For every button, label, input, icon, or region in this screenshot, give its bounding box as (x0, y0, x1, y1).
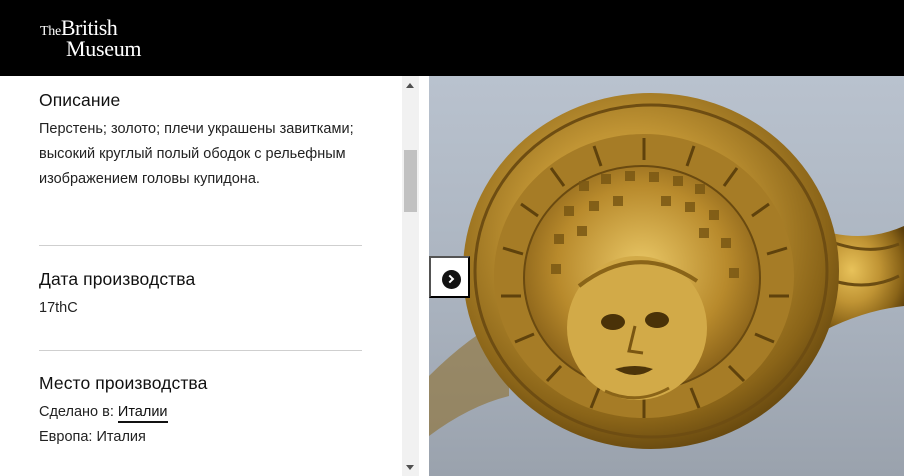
production-place-section: Место производства Сделано в: Италии Евр… (39, 373, 362, 450)
site-header: TheBritish Museum (0, 0, 904, 76)
production-place-title: Место производства (39, 373, 208, 393)
production-date-title: Дата производства (39, 269, 196, 289)
production-date-value: 17thC (39, 300, 78, 316)
object-image[interactable] (429, 76, 904, 476)
panel-gap (419, 76, 429, 476)
made-in-line: Сделано в: Италии (39, 400, 362, 425)
object-details-panel: Описание Перстень; золото; плечи украшен… (0, 76, 402, 476)
production-date-section: Дата производства 17thC (39, 269, 362, 321)
description-section: Описание Перстень; золото; плечи украшен… (39, 90, 362, 192)
divider (39, 350, 362, 351)
ring-photo (429, 93, 904, 449)
description-title: Описание (39, 90, 121, 110)
description-text: Перстень; золото; плечи украшены завитка… (39, 121, 354, 187)
divider (39, 245, 362, 246)
logo-museum: Museum (66, 36, 142, 61)
scroll-thumb[interactable] (404, 150, 417, 212)
british-museum-logo[interactable]: TheBritish Museum (40, 17, 142, 61)
region-line: Европа: Италия (39, 429, 146, 445)
chevron-right-icon (442, 270, 461, 289)
logo-the: The (40, 24, 61, 39)
panel-scrollbar[interactable] (402, 76, 419, 476)
made-in-label: Сделано в: (39, 404, 114, 420)
scroll-up-arrow-icon[interactable] (406, 83, 414, 88)
made-in-link[interactable]: Италии (117, 404, 168, 423)
next-image-button[interactable] (429, 256, 470, 298)
scroll-down-arrow-icon[interactable] (406, 465, 414, 470)
